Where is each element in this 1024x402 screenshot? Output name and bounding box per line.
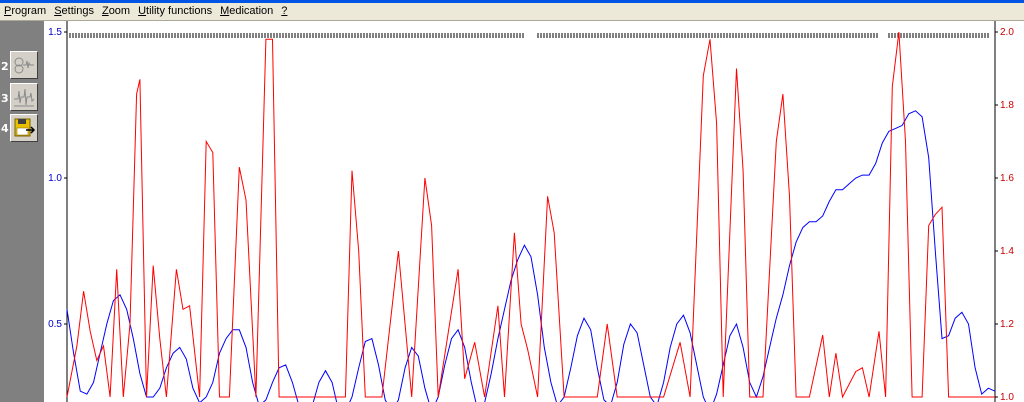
right-tick-label: 2.0 — [1000, 27, 1014, 38]
red-series-line — [66, 31, 995, 399]
menu-program[interactable]: Program — [0, 3, 50, 20]
tool-button-3[interactable] — [10, 83, 38, 111]
left-tick-label: 1.0 — [48, 173, 62, 184]
trend-chart: 1.5 1.0 0.5 2.0 1.8 1.6 1.4 1.2 1.0 — [48, 21, 1014, 402]
signal-detail-icon — [14, 88, 35, 107]
left-tick-label: 1.5 — [48, 27, 62, 38]
chart-area[interactable]: 1.5 1.0 0.5 2.0 1.8 1.6 1.4 1.2 1.0 — [44, 21, 1024, 402]
right-tick-label: 1.2 — [1000, 319, 1014, 330]
menu-zoom[interactable]: Zoom — [98, 3, 134, 20]
menu-help[interactable]: ? — [277, 3, 291, 20]
right-tick-label: 1.0 — [1000, 392, 1014, 402]
signal-overview-icon — [14, 57, 34, 74]
right-tick-label: 1.4 — [1000, 246, 1014, 257]
tool-number-4: 4 — [1, 122, 9, 135]
left-tick-label: 0.5 — [48, 319, 62, 330]
tool-number-2: 2 — [1, 60, 9, 73]
menu-utility-functions[interactable]: Utility functions — [134, 3, 216, 20]
right-tick-label: 1.6 — [1000, 173, 1014, 184]
right-tick-label: 1.8 — [1000, 100, 1014, 111]
menu-bar: Program Settings Zoom Utility functions … — [0, 3, 1024, 21]
menu-settings[interactable]: Settings — [50, 3, 98, 20]
save-export-icon — [14, 118, 36, 137]
tool-number-3: 3 — [1, 92, 9, 105]
tool-button-4[interactable] — [10, 114, 38, 142]
tool-panel: 2 3 4 — [0, 21, 44, 402]
menu-medication[interactable]: Medication — [216, 3, 277, 20]
tool-button-2[interactable] — [10, 51, 38, 79]
